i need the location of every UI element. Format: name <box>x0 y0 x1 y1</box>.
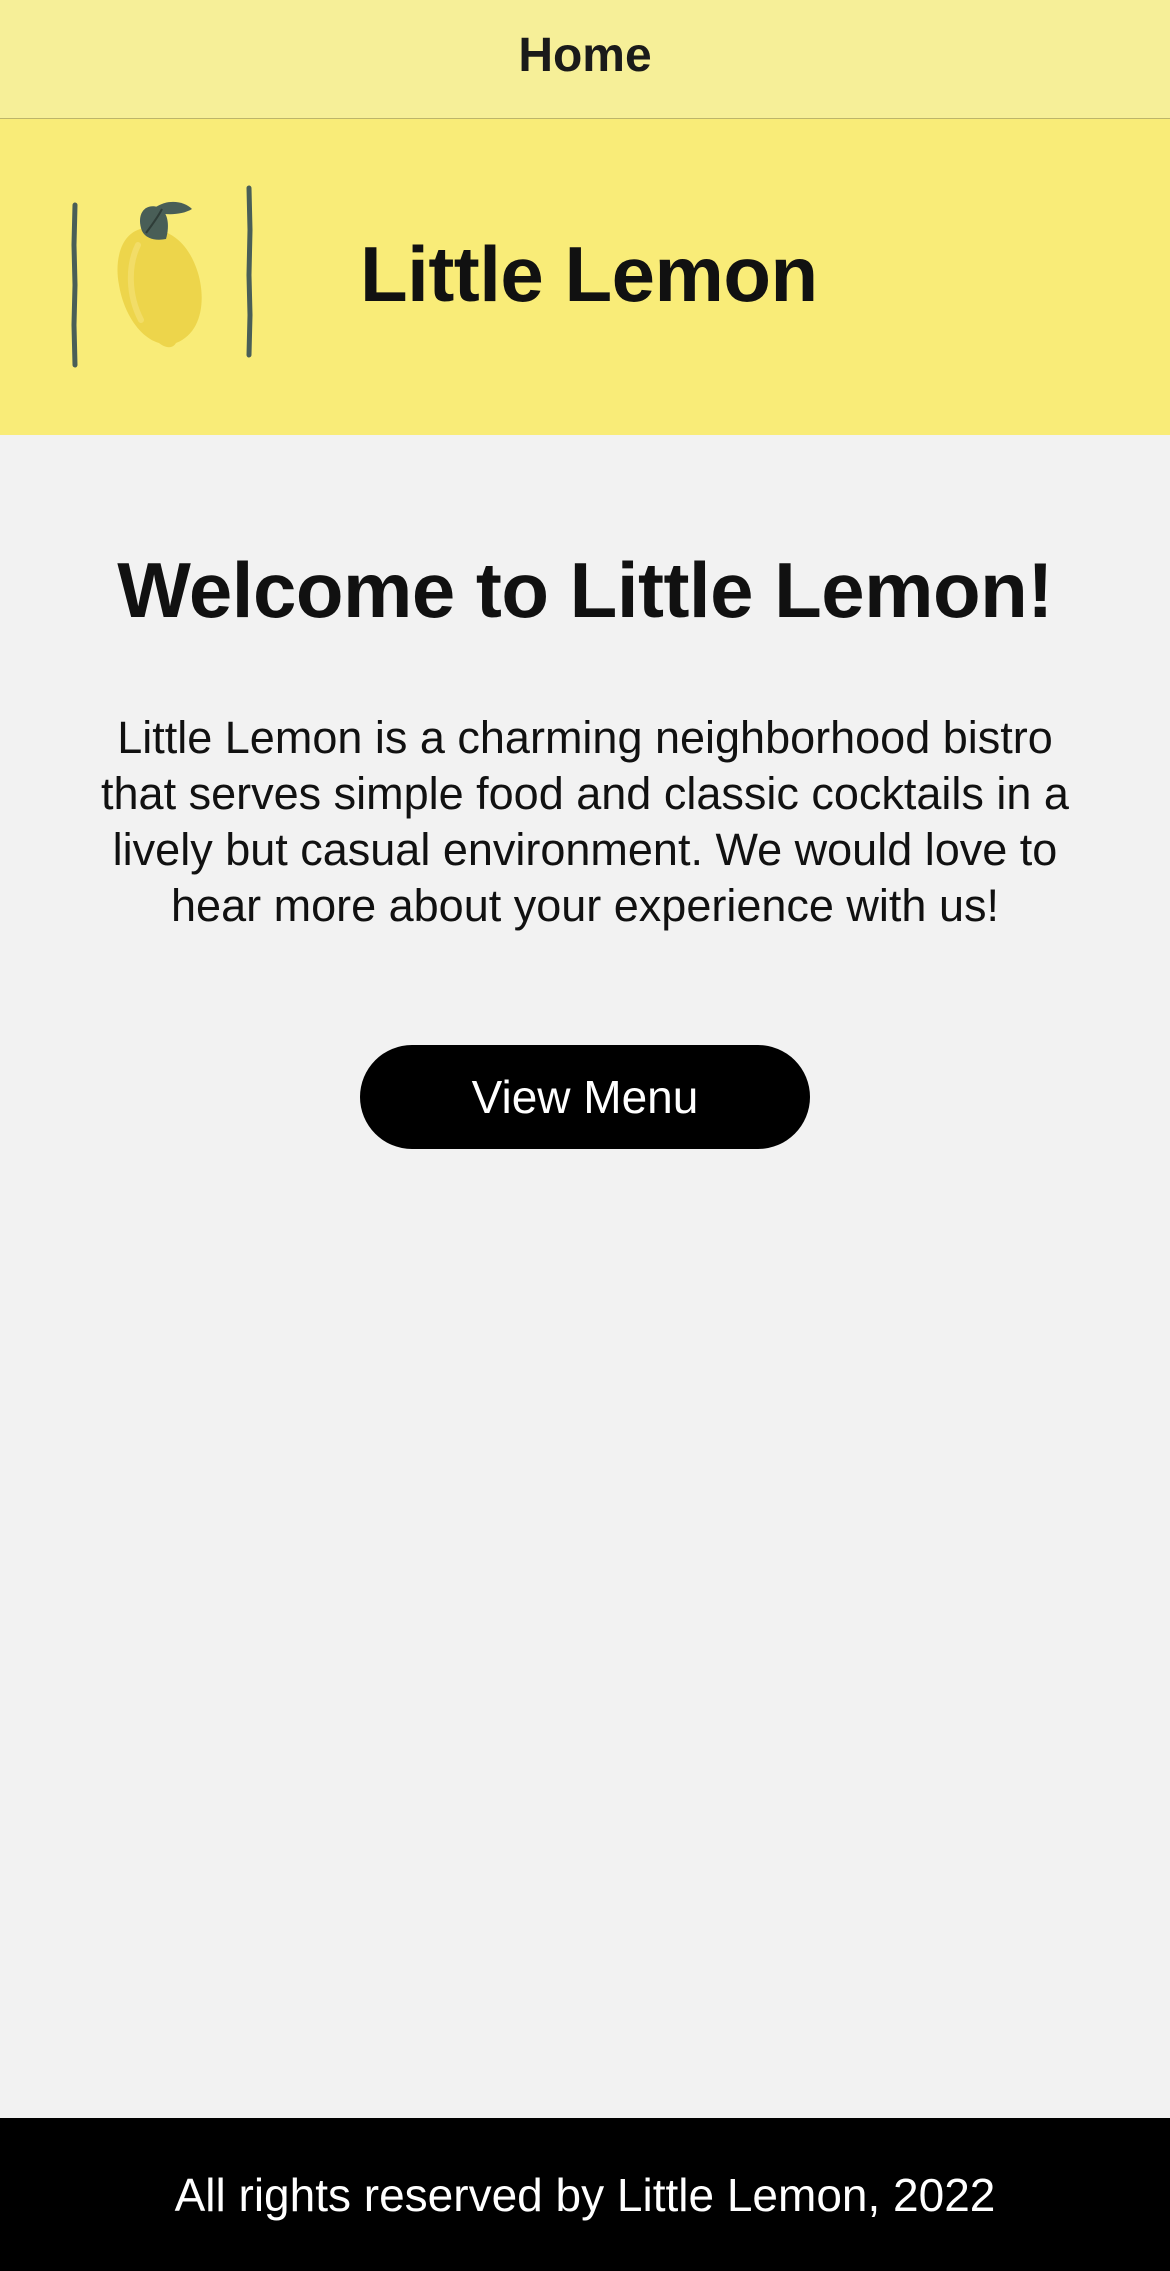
brand-title: Little Lemon <box>360 230 818 318</box>
welcome-heading: Welcome to Little Lemon! <box>117 546 1053 634</box>
intro-paragraph: Little Lemon is a charming neighborhood … <box>101 712 1069 931</box>
main-content: Welcome to Little Lemon! Little Lemon is… <box>0 435 1170 2118</box>
view-menu-button[interactable]: View Menu <box>360 1045 810 1149</box>
lemon-logo-icon <box>66 185 256 375</box>
nav-title: Home <box>518 28 652 82</box>
header-banner: Little Lemon <box>0 119 1170 435</box>
footer: All rights reserved by Little Lemon, 202… <box>0 2118 1170 2271</box>
footer-copyright: All rights reserved by Little Lemon, 202… <box>174 2168 996 2221</box>
navigation-bar: Home <box>0 0 1170 119</box>
